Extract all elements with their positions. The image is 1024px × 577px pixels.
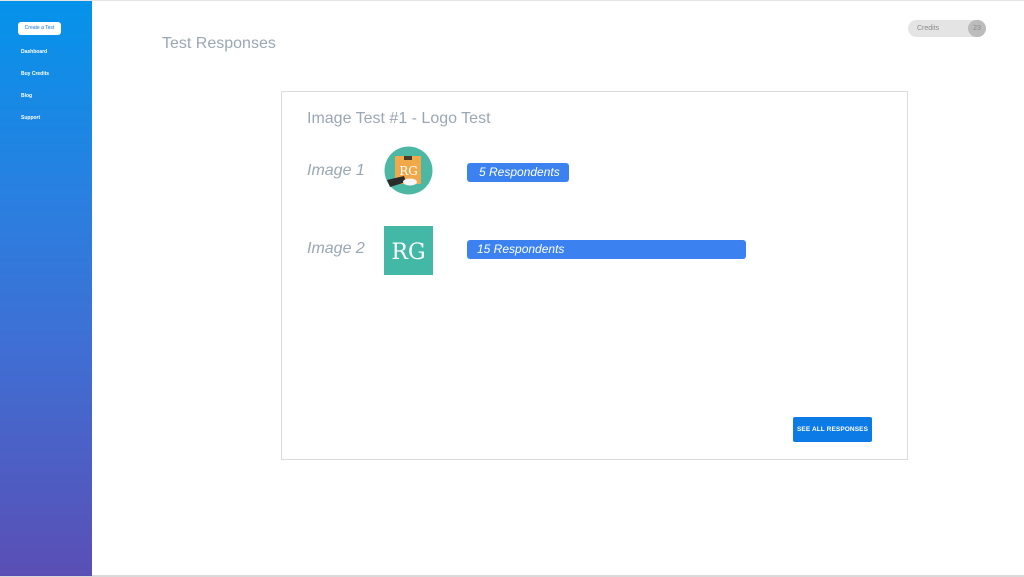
- sidebar-nav: Dashboard Buy Credits Blog Support: [21, 48, 49, 136]
- image-2-label: Image 2: [307, 240, 365, 257]
- image-2-logo: RG: [384, 226, 433, 275]
- sidebar-item-blog[interactable]: Blog: [21, 92, 49, 114]
- app-window: Create a Test Dashboard Buy Credits Blog…: [0, 0, 1024, 577]
- create-test-button[interactable]: Create a Test: [18, 22, 61, 35]
- sidebar: Create a Test Dashboard Buy Credits Blog…: [0, 1, 92, 576]
- credits-count-badge: 23: [968, 20, 986, 37]
- see-all-responses-button[interactable]: SEE ALL RESPONSES: [793, 417, 872, 442]
- test-card: Image Test #1 - Logo Test Image 1 RG 5 R…: [281, 91, 908, 460]
- rg-logo-circle-icon: RG: [384, 146, 433, 195]
- credits-label: Credits: [917, 25, 940, 32]
- image-1-label: Image 1: [307, 162, 365, 179]
- image-2-logo-text: RG: [391, 240, 425, 265]
- sidebar-item-buy-credits[interactable]: Buy Credits: [21, 70, 49, 92]
- credits-pill[interactable]: Credits 23: [908, 20, 986, 37]
- image-1-logo-text: RG: [399, 164, 418, 178]
- test-title: Image Test #1 - Logo Test: [307, 110, 491, 127]
- image-1-respondents-bar: 5 Respondents: [467, 163, 569, 182]
- sidebar-item-dashboard[interactable]: Dashboard: [21, 48, 49, 70]
- page-title: Test Responses: [162, 35, 276, 52]
- image-1-logo: RG: [384, 146, 433, 195]
- image-2-respondents-bar: 15 Respondents: [467, 240, 746, 259]
- sidebar-item-support[interactable]: Support: [21, 114, 49, 136]
- rg-logo-square-icon: RG: [384, 226, 433, 275]
